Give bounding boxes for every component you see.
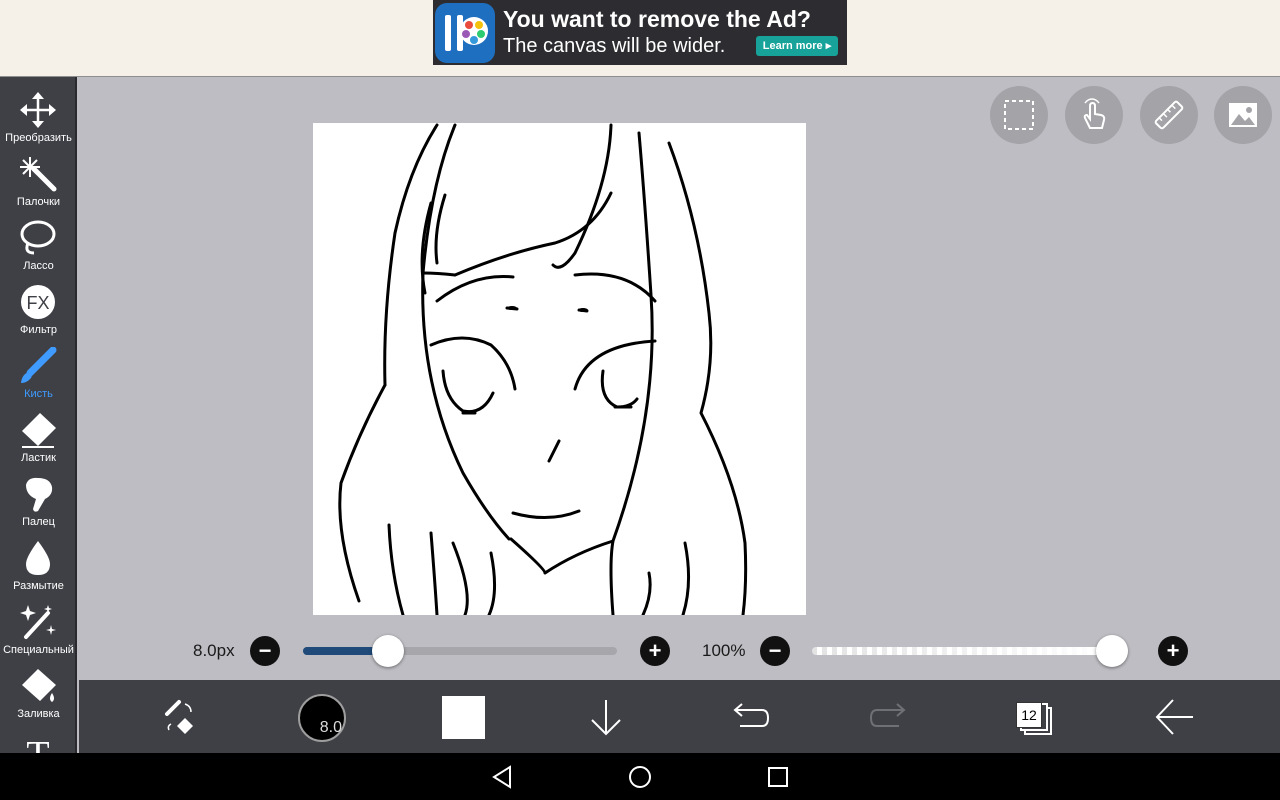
tool-smudge[interactable]: Палец [0,467,75,531]
tool-label: Палец [22,516,55,528]
bottom-toolbar: 8.0 12 [79,680,1280,753]
minus-icon: − [768,638,782,663]
opacity-decrease-button[interactable]: − [760,636,790,666]
arrow-down-icon [591,700,621,736]
tool-text[interactable]: T [0,723,75,753]
move-down-button[interactable] [576,680,636,753]
system-nav-bar [0,753,1280,800]
undo-icon [733,703,770,727]
image-icon [1229,103,1257,127]
opacity-slider-fill [812,647,1112,655]
text-tool-icon: T [26,734,49,753]
plus-icon: + [1166,638,1180,663]
fx-icon: FX [21,285,55,319]
plus-icon: + [648,638,662,663]
nav-home-icon[interactable] [628,765,652,789]
nav-recents-icon[interactable] [766,765,790,789]
hand-tool-button[interactable] [1065,86,1123,144]
ad-subtitle: The canvas will be wider. [503,35,726,57]
svg-text:FX: FX [26,293,49,313]
ruler-icon [1154,100,1184,130]
tool-label: Ластик [21,452,56,464]
redo-button[interactable] [861,680,921,753]
tool-label: Палочки [16,196,61,208]
brush-size-label: 8.0px [193,641,235,660]
brush-size-slider-track[interactable] [303,647,617,655]
ibis-paint-logo-icon [435,3,495,63]
ad-banner[interactable]: You want to remove the Ad? The canvas wi… [433,0,847,65]
tool-label: Кисть [24,388,53,400]
brush-size-indicator[interactable]: 8.0 [298,694,346,742]
blur-drop-icon [26,541,50,575]
tool-filter[interactable]: FX Фильтр [0,275,75,339]
current-color-swatch[interactable] [442,696,485,739]
tool-label: Заливка [17,708,60,720]
redo-icon [869,703,906,727]
tool-label: Специальный [3,644,74,656]
arrow-left-icon [1155,699,1193,735]
svg-text:T: T [26,734,49,753]
back-button[interactable] [1145,680,1205,753]
selection-button[interactable] [990,86,1048,144]
opacity-slider-track[interactable] [812,647,1128,655]
selection-dashed-icon [1004,100,1034,130]
opacity-label: 100% [702,641,746,660]
layer-count-badge: 12 [1016,702,1042,728]
tool-palette: Преобразить Палочки Лассо FX Фильтр Кист… [0,77,77,753]
learn-more-button[interactable]: Learn more ▸ [756,36,838,56]
gallery-button[interactable] [1214,86,1272,144]
special-sparkle-icon [20,605,56,639]
brush-eraser-swap-icon [165,700,193,734]
opacity-slider-thumb[interactable] [1096,635,1128,667]
undo-button[interactable] [718,680,778,753]
move-arrows-icon [20,92,56,128]
fill-bucket-icon [22,669,56,702]
lasso-icon [20,220,56,255]
ad-title: You want to remove the Ad? [503,6,811,32]
line-art-drawing [338,123,748,615]
nav-back-icon[interactable] [490,765,514,789]
ad-bar: You want to remove the Ad? The canvas wi… [0,0,1280,77]
brush-size-slider-thumb[interactable] [371,635,404,667]
minus-icon: − [258,638,272,663]
tool-blur[interactable]: Размытие [0,531,75,595]
hand-touch-icon [1083,98,1106,129]
opacity-increase-button[interactable]: + [1158,636,1188,666]
tool-label: Размытие [13,580,64,592]
tool-fill[interactable]: Заливка [0,659,75,723]
tool-special[interactable]: Специальный [0,595,75,659]
ruler-button[interactable] [1140,86,1198,144]
tool-eraser[interactable]: Ластик [0,403,75,467]
tool-label: Лассо [23,260,54,272]
brush-icon [21,347,57,383]
brush-size-increase-button[interactable]: + [640,636,670,666]
magic-wand-icon [20,157,57,192]
tool-magic-wand[interactable]: Палочки [0,147,75,211]
tool-brush[interactable]: Кисть [0,339,75,403]
tool-swap-button[interactable] [151,680,211,753]
eraser-icon [22,413,56,448]
smudge-finger-icon [26,477,53,512]
drawing-canvas[interactable] [313,123,806,615]
tool-transform[interactable]: Преобразить [0,83,75,147]
tool-lasso[interactable]: Лассо [0,211,75,275]
brush-size-decrease-button[interactable]: − [250,636,280,666]
tool-label: Преобразить [5,132,72,144]
brush-size-indicator-value: 8.0 [319,719,342,736]
tool-label: Фильтр [20,324,57,336]
